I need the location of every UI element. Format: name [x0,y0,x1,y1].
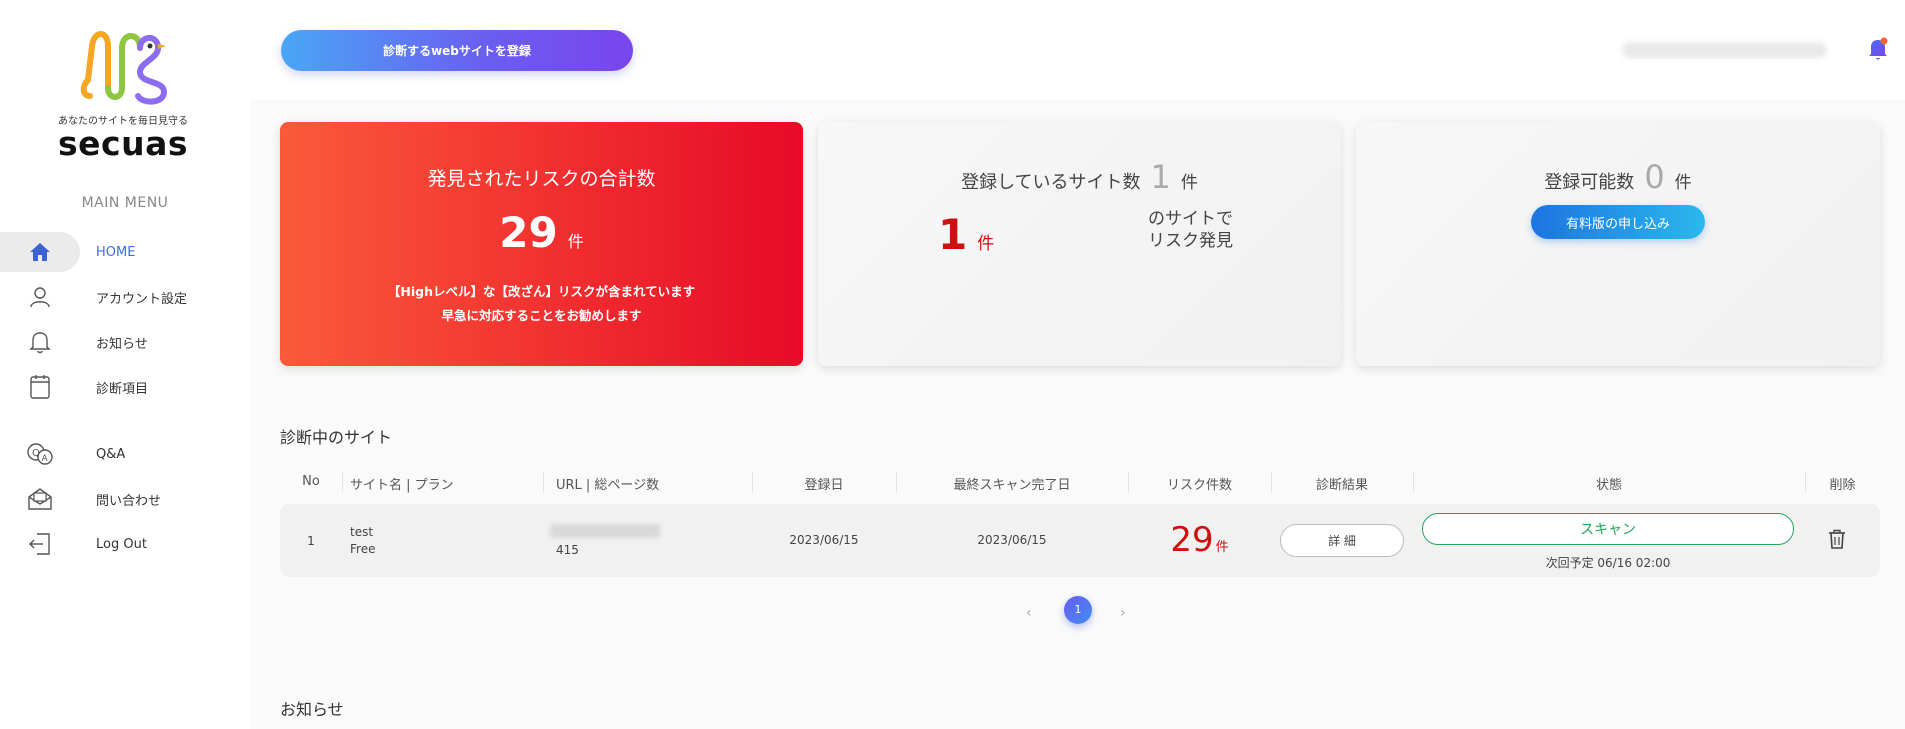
sites-count: 1 [1150,158,1171,196]
qa-icon: QA [0,434,80,474]
column-header: 状態 [1595,478,1622,493]
column-divider [342,472,343,492]
notification-bell-icon[interactable] [1867,36,1889,66]
sidebar-item-account[interactable]: アカウント設定 [0,277,250,317]
sites-title-label: 登録しているサイト数 [961,172,1141,193]
next-page-chevron-icon[interactable]: › [1120,605,1126,621]
row-risk-unit: 件 [1215,540,1229,555]
sites-unit: 件 [1180,173,1198,193]
table-row: 1 test Free 415 2023/06/15 2023/06/15 29… [280,504,1880,577]
sites-section-title: 診断中のサイト [280,428,393,447]
column-divider [543,472,544,492]
logout-icon [0,524,80,564]
main-menu-heading: MAIN MENU [81,195,169,211]
page-1-button[interactable]: 1 [1064,596,1092,624]
prev-page-chevron-icon[interactable]: ‹ [1026,605,1032,621]
registered-sites-card: 登録しているサイト数 1 件 1件 のサイトで リスク発見 [818,122,1341,366]
site-url-redacted[interactable] [550,524,660,538]
scan-button[interactable]: スキャン [1422,513,1794,545]
sites-risk-number: 1 [938,210,968,259]
user-icon [0,277,80,317]
table-header: No サイト名 | プラン URL | 総ページ数 登録日 最終スキャン完了日 … [280,470,1880,494]
available-card-title: 登録可能数 0 件 [1356,158,1880,196]
risk-card-title: 発見されたリスクの合計数 [427,168,656,190]
delete-trash-icon[interactable] [1828,529,1846,552]
total-pages: 415 [556,543,579,557]
next-scan-schedule: 次回予定 06/16 02:00 [1545,556,1671,570]
sidebar-item-label: Q&A [96,446,126,462]
app-root: あなたのサイトを毎日見守る secuas MAIN MENU HOME アカウン… [0,0,1905,729]
column-header: サイト名 | プラン [350,478,454,493]
available-unit: 件 [1674,173,1692,193]
sidebar-item-label: 診断項目 [96,381,149,397]
sidebar-item-news[interactable]: お知らせ [0,322,250,362]
register-site-button[interactable]: 診断するwebサイトを登録 [281,30,633,71]
last-scan-date: 2023/06/15 [977,533,1047,547]
pagination: ‹ 1 › [1022,594,1142,634]
column-header: 登録日 [804,478,844,493]
news-section-title: お知らせ [280,700,344,719]
column-header: 診断結果 [1315,478,1368,493]
row-risk-count: 29 件 [1128,520,1271,560]
mail-icon [0,479,80,519]
top-bar: 診断するwebサイトを登録 [250,0,1905,100]
svg-text:A: A [42,454,49,464]
notepad-icon [0,367,80,407]
sidebar-item-label: 問い合わせ [96,493,162,509]
sites-risk-note: のサイトで リスク発見 [1148,209,1233,251]
sites-risk-unit: 件 [977,234,995,254]
risk-note-line: 早急に対応することをお勧めします [441,308,642,323]
sidebar-item-label: Log Out [96,536,147,552]
site-plan: Free [350,542,376,556]
logo-wordmark: secuas [58,124,188,163]
paid-plan-button[interactable]: 有料版の申し込み [1531,205,1705,239]
sidebar-item-qa[interactable]: QA Q&A [0,434,250,474]
column-header: 削除 [1829,478,1856,493]
risk-card-note: 【Highレベル】な【改ざん】リスクが含まれています 早急に対応することをお勧め… [280,280,803,328]
user-account-redacted[interactable] [1622,42,1827,58]
logo[interactable]: あなたのサイトを毎日見守る secuas [58,26,198,161]
column-header: URL | 総ページ数 [556,478,660,493]
column-header: 最終スキャン完了日 [953,478,1071,493]
sidebar-item-label: アカウント設定 [96,291,188,307]
site-name: test [350,525,374,539]
total-risk-card: 発見されたリスクの合計数 29 件 【Highレベル】な【改ざん】リスクが含まれて… [280,122,803,366]
sites-card-title: 登録しているサイト数 1 件 [818,158,1341,196]
home-icon [0,232,80,272]
risk-note-line: 【Highレベル】な【改ざん】リスクが含まれています [387,284,696,299]
available-slots-card: 登録可能数 0 件 有料版の申し込み [1356,122,1880,366]
row-number: 1 [307,534,315,548]
secuas-logo-icon [80,31,168,105]
sidebar-item-label: お知らせ [96,336,148,352]
sidebar-item-home[interactable]: HOME [0,232,250,272]
detail-button[interactable]: 詳 細 [1280,524,1404,557]
bell-icon [0,322,80,362]
risk-card-count: 29 件 [280,208,803,257]
column-header: No [302,474,320,489]
sidebar-item-diagnosis-items[interactable]: 診断項目 [0,367,250,407]
registered-date: 2023/06/15 [789,533,859,547]
column-header: リスク件数 [1166,478,1232,493]
risk-total-number: 29 [499,208,558,257]
available-count: 0 [1644,158,1665,196]
sidebar-item-logout[interactable]: Log Out [0,524,250,564]
row-risk-number: 29 [1170,520,1214,560]
sidebar-item-contact[interactable]: 問い合わせ [0,479,250,519]
sidebar: あなたのサイトを毎日見守る secuas MAIN MENU HOME アカウン… [0,0,250,729]
sites-with-risk-count: 1件 [938,210,994,259]
risk-total-unit: 件 [567,232,584,251]
sidebar-item-label: HOME [96,244,136,260]
available-title-label: 登録可能数 [1544,172,1635,193]
